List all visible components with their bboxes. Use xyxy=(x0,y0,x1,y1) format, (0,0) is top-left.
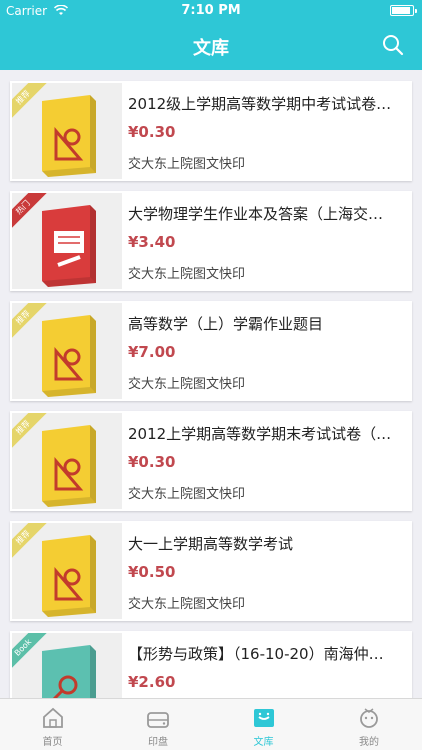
item-title: 大学物理学生作业本及答案（上海交… xyxy=(128,205,384,223)
item-shop: 交大东上院图文快印 xyxy=(128,267,246,282)
profile-icon xyxy=(360,708,378,728)
tab-label: 首页 xyxy=(42,737,63,748)
page-title: 文库 xyxy=(193,38,229,59)
clock: 7:10 PM xyxy=(181,3,241,18)
nav-bar: 文库 xyxy=(0,22,422,70)
tab-home[interactable]: 首页 xyxy=(0,699,105,750)
item-title: 2012级上学期高等数学期中考试试卷… xyxy=(128,95,392,113)
battery-icon xyxy=(390,5,417,16)
tab-label: 我的 xyxy=(359,737,379,748)
item-title: 2012上学期高等数学期末考试试卷（… xyxy=(128,425,392,443)
list-item[interactable]: 推荐 高等数学（上）学霸作业题目 ¥7.00 交大东上院图文快印 xyxy=(10,301,412,401)
tab-label: 文库 xyxy=(253,737,274,748)
list-item[interactable]: 推荐 2012上学期高等数学期末考试试卷（… ¥0.30 交大东上院图文快印 xyxy=(10,411,412,511)
home-icon xyxy=(42,707,63,728)
book-cover: 推荐 xyxy=(12,303,122,399)
tab-bar: 首页 印盘 文库 我的 xyxy=(0,698,422,750)
list-item[interactable]: 推荐 大一上学期高等数学考试 ¥0.50 交大东上院图文快印 xyxy=(10,521,412,621)
book-cover: 推荐 xyxy=(12,413,122,509)
book-cover: 推荐 xyxy=(12,523,122,619)
item-title: 大一上学期高等数学考试 xyxy=(128,535,294,553)
list-item[interactable]: 推荐 2012级上学期高等数学期中考试试卷… ¥0.30 交大东上院图文快印 xyxy=(10,81,412,181)
search-icon[interactable] xyxy=(382,34,404,56)
status-bar: Carrier 7:10 PM xyxy=(0,0,422,22)
book-cover: Book xyxy=(12,633,122,698)
print-disk-icon xyxy=(147,712,169,728)
book-cover: 推荐 xyxy=(12,83,122,179)
tab-label: 印盘 xyxy=(148,737,168,748)
item-price: ¥0.30 xyxy=(128,453,176,471)
item-price: ¥0.30 xyxy=(128,123,176,141)
item-title: 高等数学（上）学霸作业题目 xyxy=(128,315,324,333)
item-price: ¥3.40 xyxy=(128,233,176,251)
item-shop: 交大东上院图文快印 xyxy=(128,377,246,392)
item-shop: 交大东上院图文快印 xyxy=(128,487,246,502)
item-shop: 交大东上院图文快印 xyxy=(128,157,246,172)
library-icon xyxy=(253,709,274,727)
list-item[interactable]: 热门 大学物理学生作业本及答案（上海交… ¥3.40 交大东上院图文快印 xyxy=(10,191,412,291)
item-title: 【形势与政策】（16-10-20）南海仲… xyxy=(128,645,384,663)
book-cover: 热门 xyxy=(12,193,122,289)
tab-profile[interactable]: 我的 xyxy=(317,699,422,750)
tab-print-disk[interactable]: 印盘 xyxy=(106,699,211,750)
item-price: ¥0.50 xyxy=(128,563,176,581)
list-item[interactable]: Book【形势与政策】（16-10-20）南海仲…¥2.60交大东上院图文快印 xyxy=(10,631,412,698)
item-shop: 交大东上院图文快印 xyxy=(128,597,246,612)
tab-library[interactable]: 文库 xyxy=(211,699,316,750)
item-price: ¥2.60 xyxy=(128,673,176,691)
document-list[interactable]: 推荐 2012级上学期高等数学期中考试试卷… ¥0.30 交大东上院图文快印 热门 大学物… xyxy=(0,70,422,698)
item-price: ¥7.00 xyxy=(128,343,176,361)
